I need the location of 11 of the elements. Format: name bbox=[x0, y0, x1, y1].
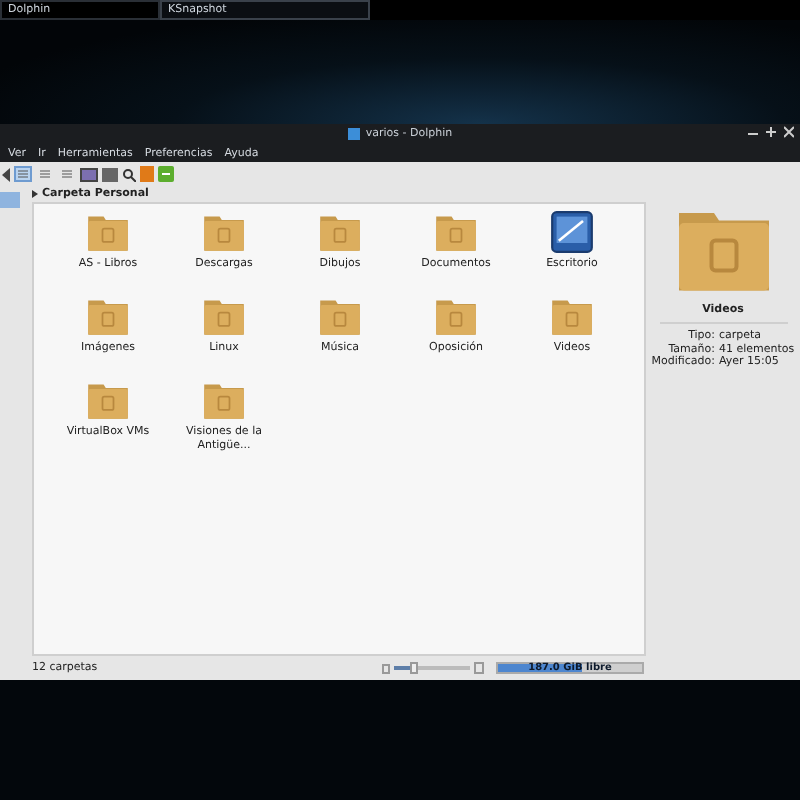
back-arrow-icon[interactable] bbox=[2, 167, 10, 181]
search-icon[interactable] bbox=[122, 167, 136, 181]
view-mode-button[interactable] bbox=[36, 166, 54, 182]
restore-icon[interactable] bbox=[766, 126, 776, 138]
app-icon bbox=[347, 128, 360, 140]
chevron-icon bbox=[32, 190, 38, 198]
desktop-icon bbox=[550, 210, 594, 254]
split-view-icon[interactable] bbox=[80, 167, 98, 181]
zoom-in-icon[interactable] bbox=[474, 662, 484, 674]
zoom-out-icon[interactable] bbox=[382, 663, 390, 673]
close-icon[interactable] bbox=[784, 126, 794, 138]
